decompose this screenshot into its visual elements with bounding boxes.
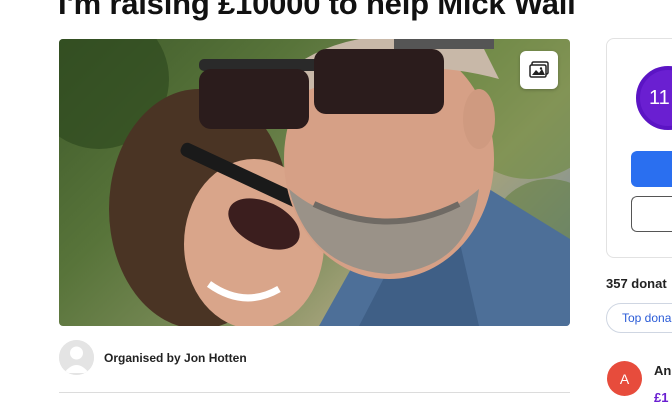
page-title: I'm raising £10000 to help Mick Wall [58,0,576,21]
gallery-button[interactable] [520,51,558,89]
hero-photo [59,39,570,326]
organiser-avatar[interactable] [59,340,94,375]
share-button[interactable] [631,196,672,232]
top-donations-button[interactable]: Top dona [606,303,672,333]
divider [59,392,570,393]
top-donations-label: Top dona [622,311,672,325]
organiser-label: Organised by Jon Hotten [104,350,247,365]
hero-image[interactable] [59,39,570,326]
organiser-row: Organised by Jon Hotten [59,340,247,375]
donor-avatar: A [607,361,642,396]
donor-amount: £1 [654,390,669,405]
progress-text: 11 [649,86,670,109]
donations-count: 357 donat [606,276,667,291]
donate-button[interactable] [631,151,672,187]
image-gallery-icon [529,61,549,78]
default-user-avatar-icon [59,340,94,375]
donor-name: An [654,363,672,378]
